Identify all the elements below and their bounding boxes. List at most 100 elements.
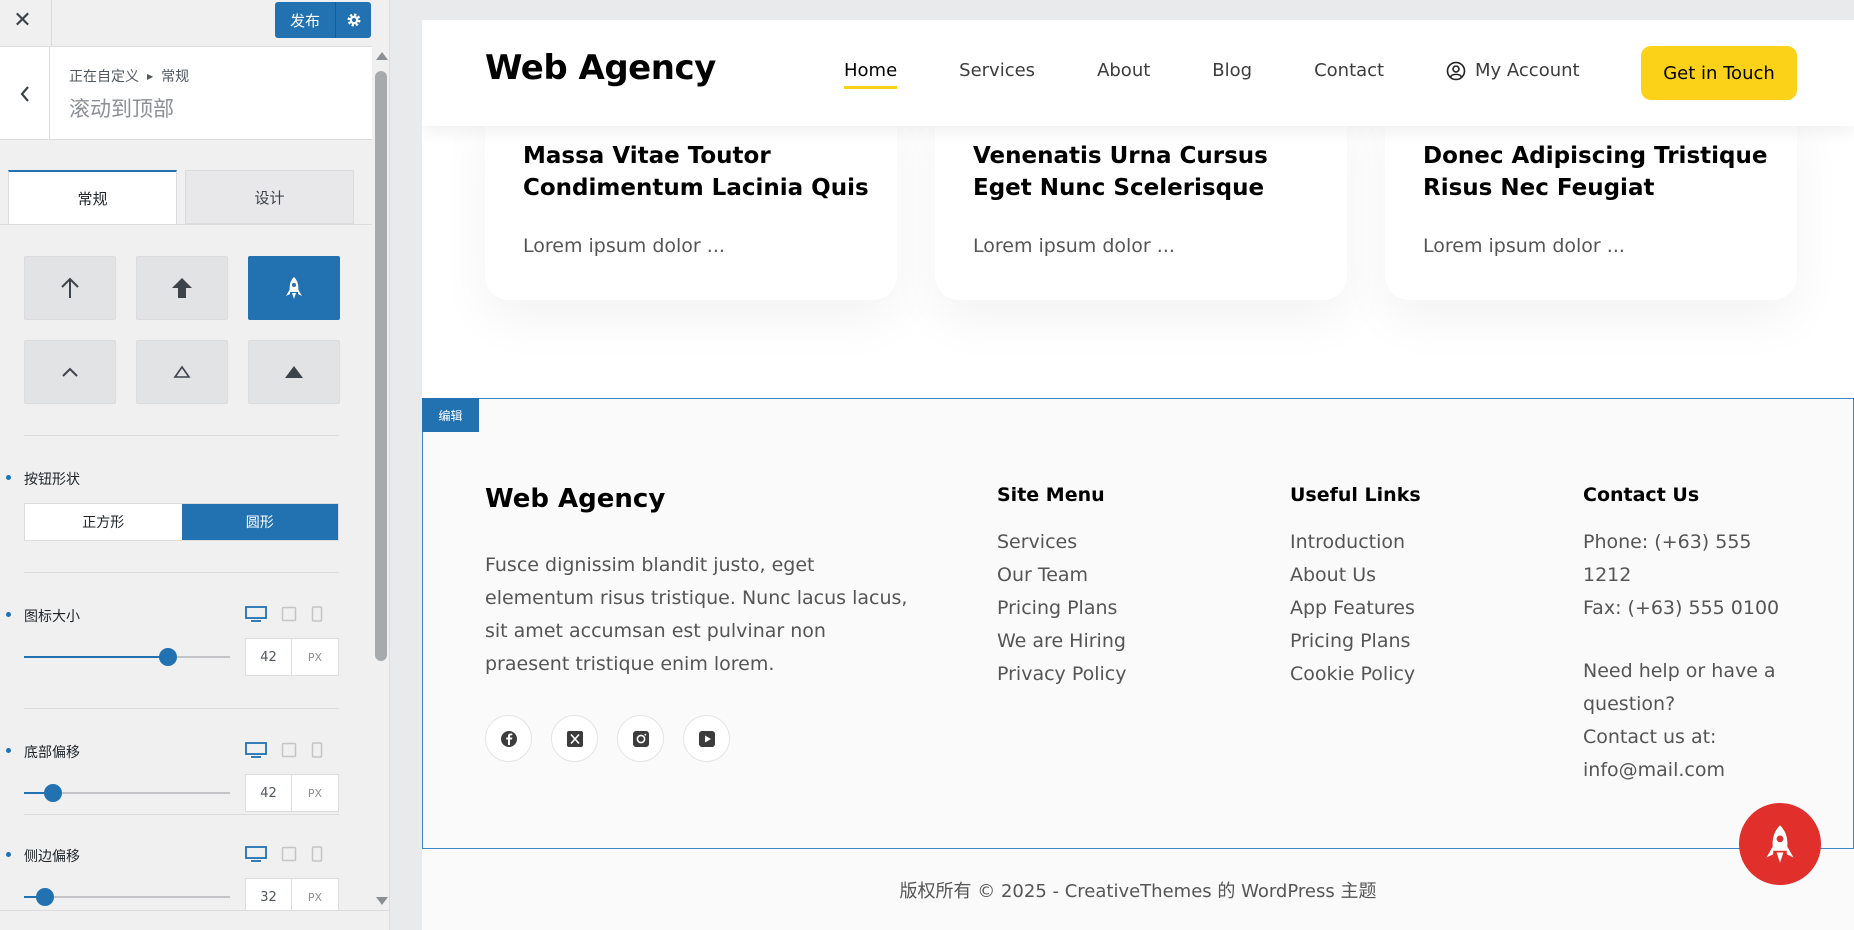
post-card[interactable]: Venenatis Urna Cursus Eget Nunc Sceleris…: [935, 100, 1347, 300]
icon-size-field: PX: [245, 638, 339, 676]
bottom-offset-slider[interactable]: [24, 783, 230, 803]
device-switcher: [245, 742, 323, 758]
my-account-link[interactable]: My Account: [1446, 60, 1580, 81]
scroll-down-icon[interactable]: [376, 897, 388, 905]
arrow-up-bold-icon: [172, 278, 192, 298]
tablet-icon[interactable]: [281, 846, 297, 862]
divider: [24, 435, 339, 436]
slider-thumb[interactable]: [43, 784, 62, 802]
bottom-offset-input[interactable]: [246, 775, 292, 811]
footer-link[interactable]: Introduction: [1290, 526, 1421, 559]
mobile-icon[interactable]: [311, 846, 323, 862]
footer-heading: Contact Us: [1583, 484, 1700, 506]
desktop-icon[interactable]: [245, 606, 267, 622]
site-footer: 编辑 Web Agency Fusce dignissim blandit ju…: [422, 398, 1854, 849]
nav-contact[interactable]: Contact: [1314, 60, 1384, 81]
icon-size-label: 图标大小: [24, 609, 80, 625]
footer-link[interactable]: Our Team: [997, 559, 1126, 592]
breadcrumb-separator-icon: ▶: [147, 71, 154, 81]
site-logo[interactable]: Web Agency: [485, 48, 716, 88]
unit-label[interactable]: PX: [292, 775, 338, 811]
footer-link[interactable]: Privacy Policy: [997, 658, 1126, 691]
post-title[interactable]: Donec Adipiscing Tristique Risus Nec Feu…: [1423, 140, 1773, 204]
contact-email-link[interactable]: info@mail.com: [1583, 754, 1803, 787]
icon-size-slider[interactable]: [24, 647, 230, 667]
footer-link[interactable]: Pricing Plans: [997, 592, 1126, 625]
slider-thumb[interactable]: [159, 648, 178, 666]
scroll-thumb[interactable]: [375, 71, 387, 661]
footer-logo[interactable]: Web Agency: [485, 484, 665, 514]
tablet-icon[interactable]: [281, 742, 297, 758]
copyright-text: 版权所有 © 2025 - CreativeThemes 的 WordPress…: [899, 880, 1377, 902]
nav-blog[interactable]: Blog: [1212, 60, 1252, 81]
rocket-icon: [286, 277, 302, 299]
facebook-link[interactable]: [485, 715, 532, 762]
side-offset-slider[interactable]: [24, 887, 230, 907]
icon-option-arrow-up-bold[interactable]: [136, 256, 228, 320]
edit-footer-button[interactable]: 编辑: [422, 398, 479, 432]
nav-about[interactable]: About: [1097, 60, 1150, 81]
breadcrumb-item: 常规: [161, 69, 190, 85]
get-in-touch-button[interactable]: Get in Touch: [1641, 46, 1797, 100]
post-card[interactable]: Massa Vitae Toutor Condimentum Lacinia Q…: [485, 100, 897, 300]
divider: [24, 708, 339, 709]
icon-option-triangle-solid[interactable]: [248, 340, 340, 404]
youtube-link[interactable]: [683, 715, 730, 762]
desktop-icon[interactable]: [245, 742, 267, 758]
icon-option-chevron-up[interactable]: [24, 340, 116, 404]
site-header: Web Agency Home Services About Blog Cont…: [422, 20, 1854, 126]
button-shape-toggle: 正方形 圆形: [24, 503, 339, 541]
side-offset-label: 侧边偏移: [24, 849, 80, 865]
post-title[interactable]: Massa Vitae Toutor Condimentum Lacinia Q…: [523, 140, 873, 204]
nav-services[interactable]: Services: [959, 60, 1035, 81]
back-button[interactable]: [0, 47, 50, 140]
mobile-icon[interactable]: [311, 606, 323, 622]
slider-thumb[interactable]: [35, 888, 54, 906]
shape-square-button[interactable]: 正方形: [25, 504, 182, 540]
tab-general[interactable]: 常规: [8, 170, 177, 224]
footer-link[interactable]: Pricing Plans: [1290, 625, 1421, 658]
icon-size-input[interactable]: [246, 639, 292, 675]
footer-link[interactable]: Services: [997, 526, 1126, 559]
footer-link[interactable]: We are Hiring: [997, 625, 1126, 658]
publish-group: 发布: [275, 2, 371, 38]
post-excerpt: Lorem ipsum dolor ...: [973, 235, 1175, 257]
panel-footer: [0, 910, 389, 930]
chevron-left-icon: [20, 85, 29, 102]
icon-option-arrow-up-thin[interactable]: [24, 256, 116, 320]
facebook-icon: [500, 730, 517, 747]
panel-scrollbar[interactable]: [372, 47, 389, 917]
contact-help-text: Need help or have a question?: [1583, 660, 1776, 715]
device-switcher: [245, 606, 323, 622]
tablet-icon[interactable]: [281, 606, 297, 622]
footer-link[interactable]: Cookie Policy: [1290, 658, 1421, 691]
tab-design[interactable]: 设计: [185, 170, 354, 224]
shape-circle-button[interactable]: 圆形: [181, 504, 338, 540]
rocket-icon: [1766, 825, 1794, 863]
divider: [24, 572, 339, 573]
desktop-icon[interactable]: [245, 846, 267, 862]
scroll-to-top-button[interactable]: [1739, 803, 1821, 885]
footer-link[interactable]: About Us: [1290, 559, 1421, 592]
post-card[interactable]: Donec Adipiscing Tristique Risus Nec Feu…: [1385, 100, 1797, 300]
mobile-icon[interactable]: [311, 742, 323, 758]
divider: [0, 224, 372, 225]
unit-label[interactable]: PX: [292, 639, 338, 675]
footer-link[interactable]: App Features: [1290, 592, 1421, 625]
post-title[interactable]: Venenatis Urna Cursus Eget Nunc Sceleris…: [973, 140, 1323, 204]
x-link[interactable]: [551, 715, 598, 762]
publish-button[interactable]: 发布: [275, 2, 335, 38]
icon-option-rocket[interactable]: [248, 256, 340, 320]
customizer-topbar: ✕ 发布: [0, 0, 372, 47]
instagram-link[interactable]: [617, 715, 664, 762]
publish-settings-button[interactable]: [335, 2, 371, 38]
nav-home[interactable]: Home: [844, 60, 898, 89]
user-circle-icon: [1446, 61, 1466, 80]
scroll-up-icon[interactable]: [376, 52, 388, 60]
icon-option-triangle-outline[interactable]: [136, 340, 228, 404]
section-title: 滚动到顶部: [69, 97, 174, 121]
contact-cta-text: Contact us at:: [1583, 726, 1717, 748]
post-excerpt: Lorem ipsum dolor ...: [1423, 235, 1625, 257]
footer-useful-links: Useful Links Introduction About Us App F…: [1290, 484, 1421, 691]
close-customizer-button[interactable]: ✕: [0, 0, 45, 40]
